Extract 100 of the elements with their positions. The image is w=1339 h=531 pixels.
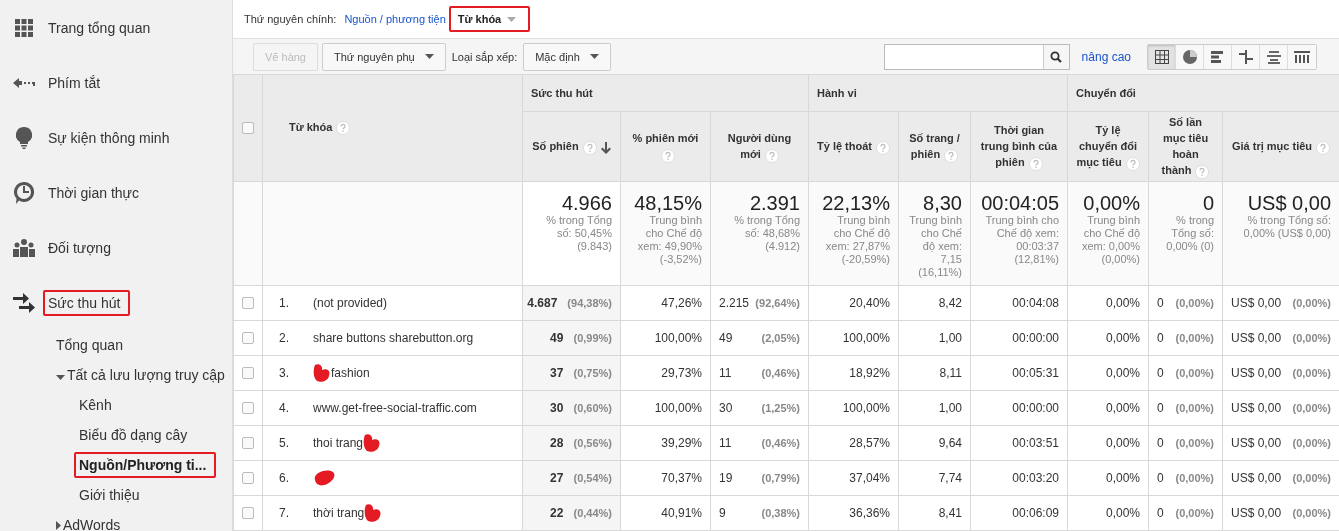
row-checkbox[interactable]	[242, 402, 254, 414]
column-header[interactable]: Người dùng mới	[710, 111, 809, 182]
column-header[interactable]: Tỷ lệ thoát	[808, 111, 899, 182]
nav-item[interactable]: Tổng quan	[56, 337, 123, 353]
swap-arrows-icon	[13, 292, 35, 313]
total-value: 0,00%	[1082, 192, 1140, 214]
column-header[interactable]: Thời gian trung bình của phiên	[970, 111, 1068, 182]
metric-value: 0	[1157, 506, 1164, 520]
total-note: Trung bình cho Chế độ xem: 0,00% (0,00%)	[1080, 214, 1140, 266]
nav-item[interactable]: Trang tổng quan	[48, 19, 151, 36]
column-header[interactable]: Từ khóa	[262, 74, 523, 182]
metric-share: (0,00%)	[1292, 297, 1332, 309]
help-icon[interactable]	[1195, 164, 1210, 179]
column-header[interactable]: Số phiên	[522, 111, 621, 182]
metric-value: US$ 0,00	[1231, 506, 1282, 520]
keyword-link[interactable]: thời trang	[313, 506, 365, 520]
nav-item[interactable]: Nguồn/Phương ti...	[79, 457, 207, 473]
total-note: % trong Tổng số: 48,68% (4.912)	[733, 214, 800, 253]
nav-item[interactable]: Sức thu hút	[48, 294, 121, 311]
nav-item[interactable]: Kênh	[79, 397, 112, 413]
help-icon[interactable]	[1028, 156, 1043, 171]
metric-value: 11	[719, 366, 732, 380]
caret-icon	[589, 54, 599, 60]
row-number: 6.	[278, 471, 290, 485]
dimension-option[interactable]: Nguồn / phương tiện	[344, 13, 446, 26]
total-note: Trung bình cho Chế độ xem: 7,15 (16,11%)	[908, 214, 962, 279]
search-button[interactable]	[1042, 44, 1069, 69]
metric-share: (0,38%)	[761, 507, 800, 519]
nav-item[interactable]: Giới thiệu	[79, 487, 140, 503]
metric-value: 8,42	[938, 296, 962, 310]
metric-share: (0,00%)	[1175, 437, 1214, 449]
row-checkbox[interactable]	[242, 297, 254, 309]
total-value: 48,15%	[633, 192, 702, 214]
keyword-link[interactable]: (not provided)	[313, 296, 388, 310]
help-icon[interactable]	[336, 121, 351, 136]
keyword-link[interactable]: thoi trang	[313, 436, 364, 450]
help-icon[interactable]	[660, 148, 675, 163]
nav-item[interactable]: Tất cả lưu lượng truy cập	[67, 367, 225, 383]
metric-share: (0,00%)	[1292, 367, 1332, 379]
help-icon[interactable]	[764, 148, 779, 163]
column-header[interactable]: Tỷ lệ chuyển đổi mục tiêu	[1067, 111, 1149, 182]
metric-value: 49	[550, 331, 564, 345]
metric-share: (0,00%)	[1175, 472, 1214, 484]
metric-share: (0,75%)	[573, 367, 612, 379]
metric-share: (0,00%)	[1175, 507, 1214, 519]
dimension-option[interactable]: Từ khóa	[453, 11, 521, 28]
metric-share: (0,00%)	[1175, 332, 1214, 344]
row-checkbox[interactable]	[242, 367, 254, 379]
column-header[interactable]: Số trang / phiên	[898, 111, 971, 182]
total-note: Trung bình cho Chế độ xem: 49,90% (-3,52%)	[636, 214, 702, 266]
metric-value: 0,00%	[1106, 471, 1140, 485]
metric-value: 9	[719, 506, 726, 520]
sort-type-dropdown[interactable]: Mặc định	[523, 42, 611, 71]
caret-icon	[56, 375, 65, 380]
sort-down-arrow-icon[interactable]	[600, 141, 611, 154]
row-checkbox[interactable]	[242, 437, 254, 449]
keyword-link[interactable]: fashion	[331, 366, 370, 380]
metric-share: (92,64%)	[755, 297, 800, 309]
nav-item[interactable]: Phím tắt	[48, 74, 101, 91]
row-checkbox[interactable]	[242, 507, 254, 519]
metric-value: 0,00%	[1106, 401, 1140, 415]
nav-item[interactable]: Biểu đồ dạng cây	[79, 427, 188, 443]
bar-chart-icon	[1210, 50, 1225, 63]
metric-value: 0	[1157, 471, 1164, 485]
people-icon	[13, 238, 35, 257]
nav-item[interactable]: Đối tượng	[48, 239, 111, 256]
total-note: % trong Tổng số: 0,00% (US$ 0,00)	[1242, 214, 1332, 240]
metric-value: 0,00%	[1106, 436, 1140, 450]
help-icon[interactable]	[876, 140, 890, 155]
metric-value: 30	[550, 401, 564, 415]
help-icon[interactable]	[1316, 140, 1331, 155]
row-number: 7.	[278, 506, 290, 520]
nav-item[interactable]: Sự kiện thông minh	[48, 129, 170, 146]
nav-item[interactable]: Thời gian thực	[48, 184, 139, 201]
metric-share: (0,56%)	[573, 437, 612, 449]
metric-value: 28,57%	[849, 436, 890, 450]
secondary-dimension-dropdown[interactable]: Thứ nguyên phụ	[322, 42, 446, 71]
total-note: Trung bình cho Chế độ xem: 27,87% (-20,59%)	[824, 214, 890, 266]
sort-type-label: Loại sắp xếp:	[451, 50, 518, 63]
search-field[interactable]	[883, 43, 1070, 70]
metric-value: 11	[719, 436, 732, 450]
keyword-link[interactable]: www.get-free-social-traffic.com	[313, 401, 477, 415]
keyword-link[interactable]: share buttons sharebutton.org	[313, 331, 474, 345]
column-header[interactable]: % phiên mới	[620, 111, 711, 182]
nav-item[interactable]: AdWords	[63, 517, 121, 531]
help-icon[interactable]	[944, 148, 959, 163]
column-header[interactable]: Giá trị mục tiêu	[1222, 111, 1339, 182]
column-header[interactable]: Số lần mục tiêu hoàn thành	[1148, 111, 1223, 182]
row-checkbox[interactable]	[242, 472, 254, 484]
metric-value: 00:04:08	[1012, 296, 1059, 310]
metric-value: 00:00:00	[1012, 331, 1059, 345]
select-all-checkbox[interactable]	[242, 122, 254, 134]
row-number: 3.	[278, 366, 290, 380]
metric-value: 00:06:09	[1012, 506, 1059, 520]
advanced-link[interactable]: nâng cao	[1081, 49, 1131, 64]
view-button[interactable]	[1148, 44, 1176, 69]
help-icon[interactable]	[1125, 156, 1140, 171]
row-checkbox[interactable]	[242, 332, 254, 344]
total-value: 00:04:05	[980, 192, 1059, 214]
metric-value: US$ 0,00	[1231, 366, 1282, 380]
